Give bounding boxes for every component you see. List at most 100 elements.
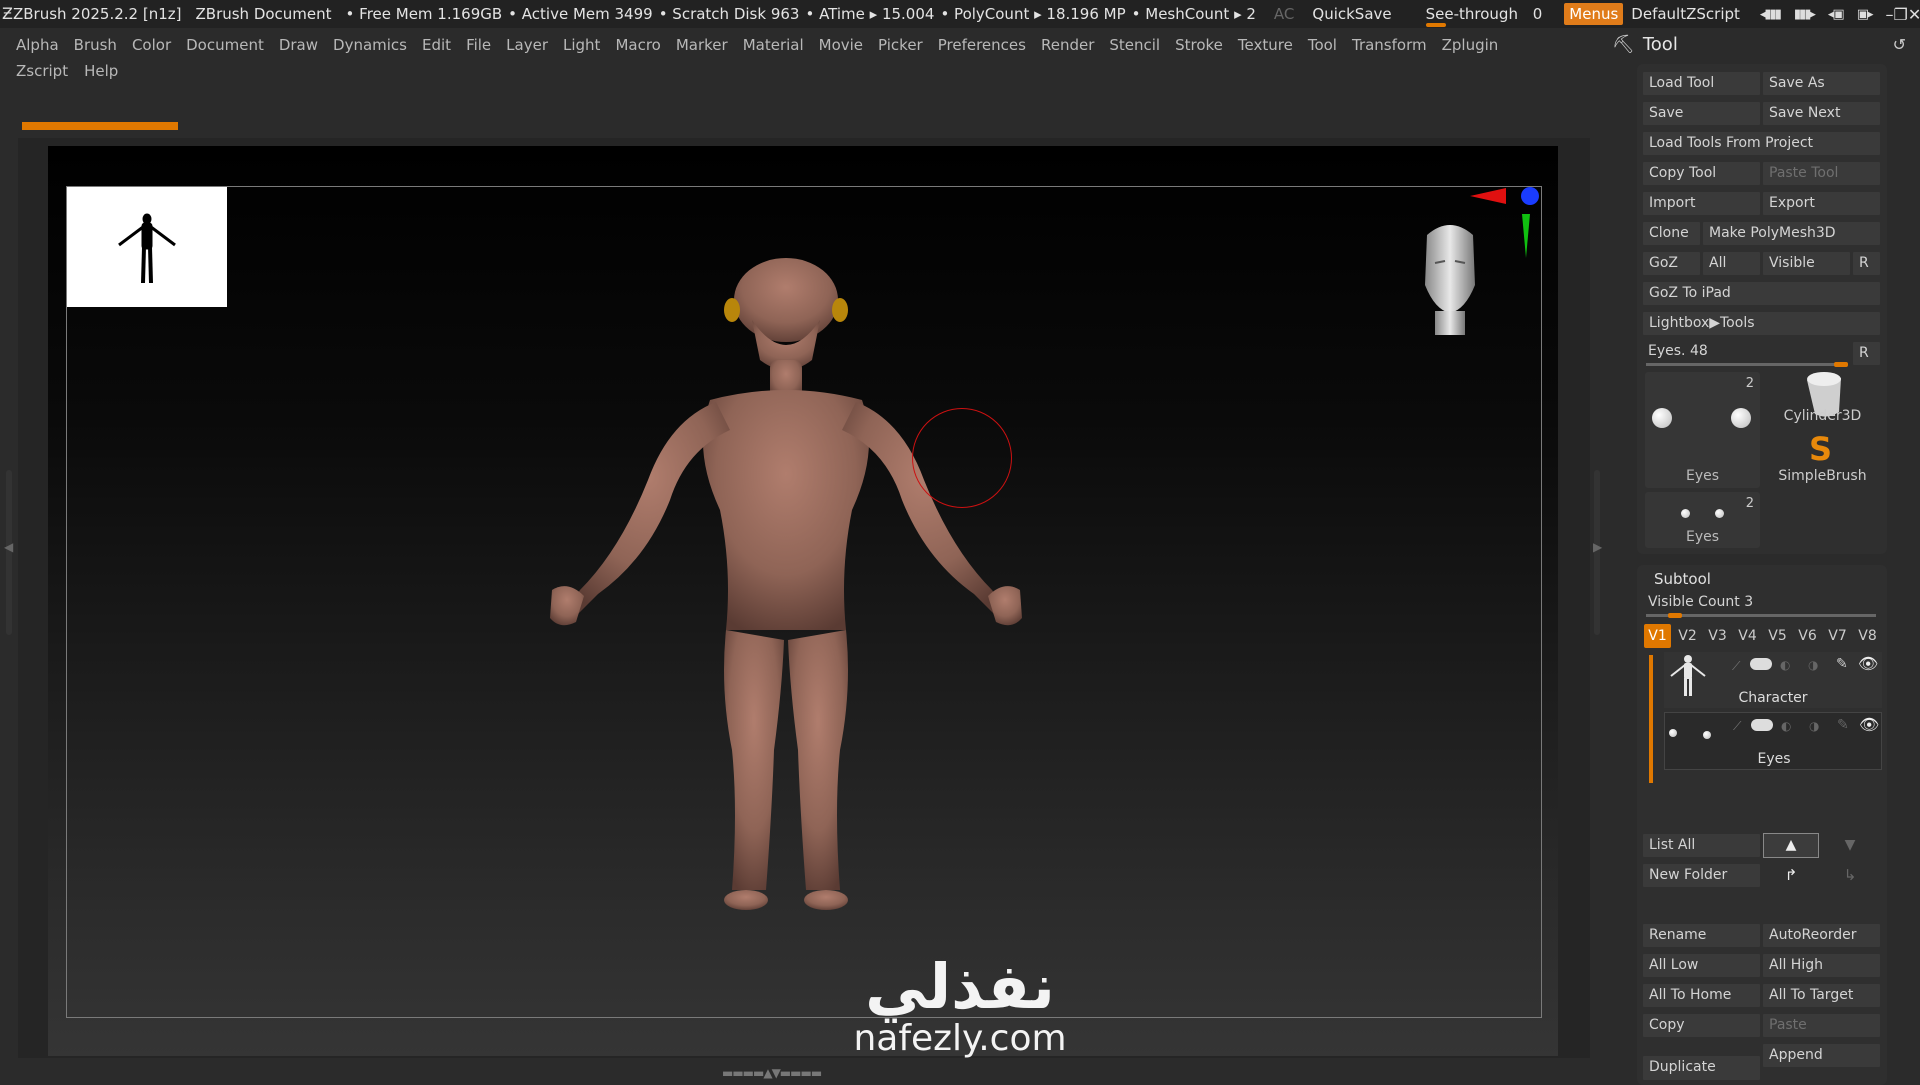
version-v8[interactable]: V8 (1854, 624, 1881, 648)
menu-picker[interactable]: Picker (878, 32, 923, 58)
window-layout-icon[interactable]: ◂▣ (1828, 7, 1845, 22)
append-button[interactable]: Append (1763, 1044, 1880, 1067)
brush-edit-icon[interactable]: ✎ (1836, 656, 1848, 672)
menu-document[interactable]: Document (186, 32, 264, 58)
version-v7[interactable]: V7 (1824, 624, 1851, 648)
export-button[interactable]: Export (1763, 192, 1880, 215)
menu-draw[interactable]: Draw (279, 32, 318, 58)
menu-help[interactable]: Help (84, 62, 118, 80)
eyes-polypaint-toggle-icon[interactable] (1751, 719, 1773, 731)
subtool-item-eyes[interactable]: ⟋ ◐ ◑ ✎ 👁 Eyes (1664, 712, 1882, 770)
rename-button[interactable]: Rename (1643, 924, 1760, 947)
stripe-left-icon[interactable]: ◂▮▮▮ (1760, 7, 1782, 22)
menu-alpha[interactable]: Alpha (16, 32, 59, 58)
menu-tool[interactable]: Tool (1308, 32, 1337, 58)
menu-layer[interactable]: Layer (506, 32, 548, 58)
menu-brush[interactable]: Brush (74, 32, 117, 58)
eye-icon[interactable]: 👁 (1858, 654, 1878, 673)
subtool-item-character[interactable]: ⟋ ◐ ◑ ✎ 👁 Character (1664, 652, 1882, 708)
folder-arrow-out-icon[interactable]: ↳ (1822, 864, 1878, 887)
current-tool-r-button[interactable]: R (1853, 342, 1880, 365)
menu-stencil[interactable]: Stencil (1109, 32, 1160, 58)
tool-palette-header[interactable]: ⛏ Tool ↺ (1606, 30, 1920, 58)
goz-visible-button[interactable]: Visible (1763, 252, 1850, 275)
eyes-brush-edit-icon[interactable]: ✎ (1837, 717, 1849, 733)
axis-gizmo-icon[interactable] (1470, 184, 1542, 260)
menu-dynamics[interactable]: Dynamics (333, 32, 407, 58)
menu-marker[interactable]: Marker (676, 32, 728, 58)
menu-color[interactable]: Color (132, 32, 171, 58)
bottom-tray-handle-icon[interactable]: ▬▬▬▬▲▼▬▬▬▬ (722, 1066, 822, 1080)
left-tray-arrow-icon[interactable]: ◀ (4, 540, 13, 554)
polypaint-toggle-icon[interactable] (1750, 658, 1772, 670)
eyes-tool-thumbnail[interactable]: 2 Eyes (1645, 372, 1760, 488)
menu-zscript[interactable]: Zscript (16, 62, 68, 80)
all-high-button[interactable]: All High (1763, 954, 1880, 977)
all-low-button[interactable]: All Low (1643, 954, 1760, 977)
visible-count-slider-knob[interactable] (1668, 613, 1682, 618)
alien-character-model[interactable] (480, 250, 1100, 940)
all-to-home-button[interactable]: All To Home (1643, 984, 1760, 1007)
version-v4[interactable]: V4 (1734, 624, 1761, 648)
copy-subtool-button[interactable]: Copy (1643, 1014, 1760, 1037)
autoreorder-button[interactable]: AutoReorder (1763, 924, 1880, 947)
window-layout-2-icon[interactable]: ▣▸ (1857, 7, 1874, 22)
all-to-target-button[interactable]: All To Target (1763, 984, 1880, 1007)
minimize-icon[interactable]: – (1886, 5, 1894, 24)
goz-button[interactable]: GoZ (1643, 252, 1700, 275)
duplicate-button[interactable]: Duplicate (1643, 1056, 1760, 1080)
save-button[interactable]: Save (1643, 102, 1760, 125)
right-tray-arrow-icon[interactable]: ▶ (1593, 540, 1602, 554)
load-tools-from-project-button[interactable]: Load Tools From Project (1643, 132, 1880, 155)
save-next-button[interactable]: Save Next (1763, 102, 1880, 125)
cylinder3d-thumbnail[interactable]: Cylinder3D (1765, 370, 1880, 428)
maximize-icon[interactable]: ❐ (1894, 5, 1908, 24)
menu-render[interactable]: Render (1041, 32, 1094, 58)
load-tool-button[interactable]: Load Tool (1643, 72, 1760, 95)
clone-button[interactable]: Clone (1643, 222, 1700, 245)
eyes-brush-icon[interactable]: ⟋ (1733, 719, 1741, 734)
half-circle-icon[interactable]: ◑ (1808, 658, 1818, 672)
save-as-button[interactable]: Save As (1763, 72, 1880, 95)
stripe-right-icon[interactable]: ▮▮▮▸ (1794, 7, 1816, 22)
current-tool-slider-knob[interactable] (1834, 362, 1848, 367)
brush-icon[interactable]: ⟋ (1732, 659, 1740, 674)
thumbnail-preview[interactable] (67, 187, 227, 307)
lightbox-tools-button[interactable]: Lightbox▶Tools (1643, 312, 1880, 335)
version-v5[interactable]: V5 (1764, 624, 1791, 648)
import-button[interactable]: Import (1643, 192, 1760, 215)
subtool-title[interactable]: Subtool (1654, 570, 1711, 588)
goz-all-button[interactable]: All (1703, 252, 1760, 275)
menu-light[interactable]: Light (563, 32, 600, 58)
eyes-eye-icon[interactable]: 👁 (1859, 715, 1879, 734)
reset-icon[interactable]: ↺ (1893, 35, 1906, 54)
folder-arrow-icon[interactable]: ↱ (1763, 864, 1819, 887)
goz-to-ipad-button[interactable]: GoZ To iPad (1643, 282, 1880, 305)
simplebrush-thumbnail[interactable]: S SimpleBrush (1765, 430, 1880, 488)
default-zscript-button[interactable]: DefaultZScript (1631, 5, 1740, 23)
eyes-small-thumbnail[interactable]: 2 Eyes (1645, 492, 1760, 548)
eyes-moon-icon[interactable]: ◐ (1781, 719, 1791, 733)
version-v1[interactable]: V1 (1644, 624, 1671, 648)
version-v6[interactable]: V6 (1794, 624, 1821, 648)
moon-icon[interactable]: ◐ (1780, 658, 1790, 672)
make-polymesh3d-button[interactable]: Make PolyMesh3D (1703, 222, 1880, 245)
menu-material[interactable]: Material (743, 32, 804, 58)
zbrush-logo-icon[interactable]: Ƶ (2, 4, 13, 24)
list-all-button[interactable]: List All (1643, 834, 1760, 857)
version-v3[interactable]: V3 (1704, 624, 1731, 648)
menu-file[interactable]: File (466, 32, 491, 58)
menu-macro[interactable]: Macro (615, 32, 660, 58)
quicksave-button[interactable]: QuickSave (1312, 5, 1391, 23)
menu-texture[interactable]: Texture (1238, 32, 1293, 58)
new-folder-button[interactable]: New Folder (1643, 864, 1760, 887)
copy-tool-button[interactable]: Copy Tool (1643, 162, 1760, 185)
close-icon[interactable]: ✕ (1908, 5, 1920, 24)
arrow-up-icon[interactable]: ▲ (1763, 833, 1819, 858)
current-tool-slider[interactable] (1646, 363, 1846, 366)
menu-stroke[interactable]: Stroke (1175, 32, 1223, 58)
paste-subtool-button[interactable]: Paste (1763, 1014, 1880, 1037)
arrow-down-icon[interactable]: ▼ (1822, 834, 1878, 857)
goz-r-button[interactable]: R (1853, 252, 1880, 275)
menu-zplugin[interactable]: Zplugin (1442, 32, 1499, 58)
